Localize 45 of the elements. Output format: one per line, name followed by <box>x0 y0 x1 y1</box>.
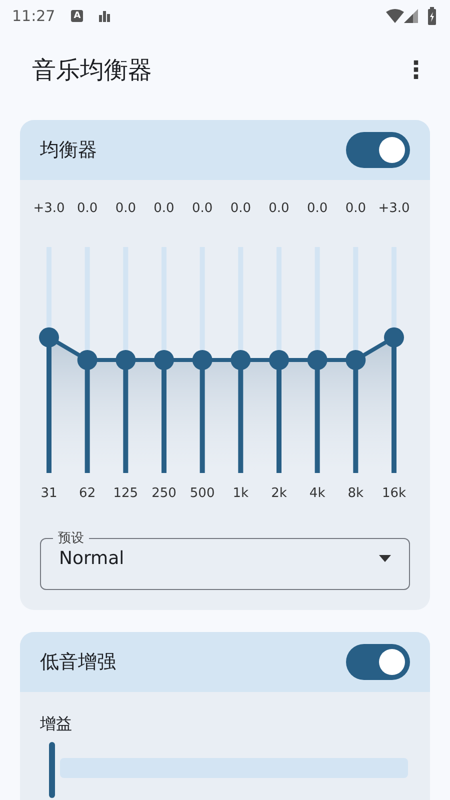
frequency-label: 62 <box>79 486 96 501</box>
toggle-switch[interactable] <box>346 644 410 680</box>
battery-icon <box>428 7 438 25</box>
gain-value: +3.0 <box>33 201 65 216</box>
clock-time: 11:27 <box>12 6 56 27</box>
gain-value: 0.0 <box>230 201 251 216</box>
frequency-label: 8k <box>348 486 364 501</box>
frequency-label: 31 <box>40 486 58 501</box>
gain-value: 0.0 <box>307 201 328 216</box>
preset-value: Normal <box>59 547 124 571</box>
gain-value: 0.0 <box>77 201 98 216</box>
more-menu-button[interactable]: ⋮ <box>400 58 432 82</box>
frequency-label: 125 <box>113 486 138 501</box>
frequency-label: 4k <box>309 486 326 501</box>
band-slider[interactable] <box>307 247 328 473</box>
app-title: 音乐均衡器 <box>32 55 152 86</box>
band-slider[interactable] <box>116 247 136 473</box>
frequency-label: 250 <box>152 486 176 501</box>
bars-icon <box>99 10 112 22</box>
band-slider[interactable] <box>77 247 98 473</box>
band-slider[interactable] <box>346 247 366 473</box>
band-slider[interactable] <box>154 247 174 473</box>
section-title: 低音增强 <box>40 650 116 675</box>
gain-value: 0.0 <box>345 201 366 216</box>
preset-dropdown[interactable]: 预设 Normal <box>40 532 410 590</box>
frequency-label: 16k <box>382 486 406 501</box>
gain-value: 0.0 <box>154 201 174 216</box>
band-slider[interactable] <box>192 247 212 473</box>
frequency-label: 2k <box>271 486 287 501</box>
band-slider[interactable] <box>384 247 404 473</box>
frequency-label: 500 <box>190 486 215 501</box>
band-slider[interactable] <box>230 247 251 473</box>
section-title: 均衡器 <box>40 138 97 163</box>
gain-value: 0.0 <box>115 201 136 216</box>
notification-icon: A <box>71 10 84 22</box>
signal-icon <box>404 9 418 23</box>
toggle-switch[interactable] <box>346 132 410 168</box>
band-slider[interactable] <box>269 247 289 473</box>
dropdown-caret-icon <box>379 555 391 562</box>
frequency-label: 1k <box>232 486 249 501</box>
gain-value: +3.0 <box>378 201 410 216</box>
band-slider[interactable] <box>39 247 59 473</box>
gain-value: 0.0 <box>192 201 213 216</box>
gain-value: 0.0 <box>268 201 290 216</box>
gain-label: 增益 <box>39 713 73 735</box>
